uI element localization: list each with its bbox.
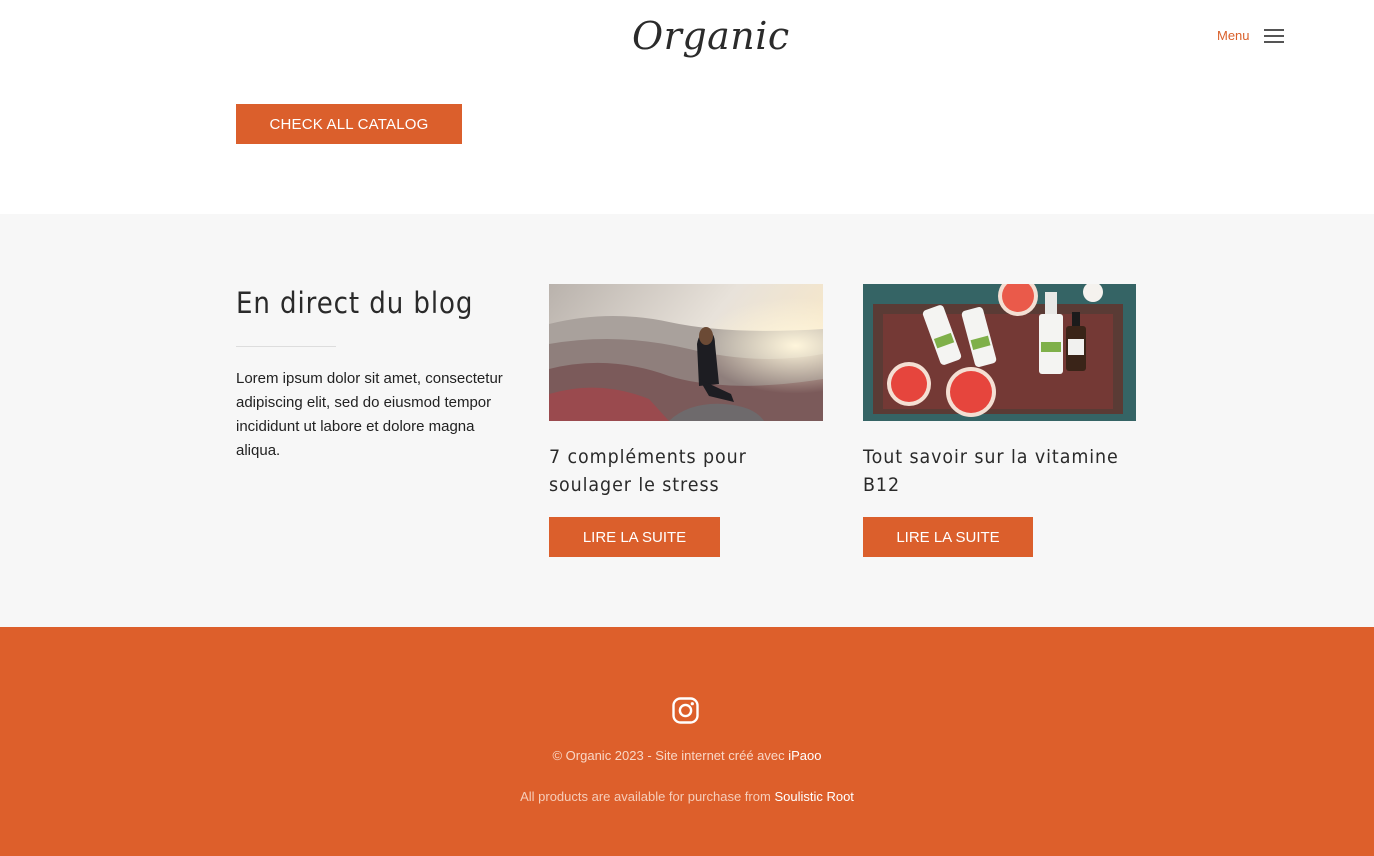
soulistic-root-link[interactable]: Soulistic Root — [774, 789, 853, 804]
blog-description: Lorem ipsum dolor sit amet, consectetur … — [236, 370, 503, 459]
blog-card-title[interactable]: Tout savoir sur la vitamine B12 — [863, 443, 1130, 499]
read-more-button[interactable]: LIRE LA SUITE — [549, 517, 720, 557]
serum-bottles-grapefruit-photo[interactable] — [863, 284, 1136, 421]
ipaoo-link[interactable]: iPaoo — [788, 748, 821, 763]
availability-text: All products are available for purchase … — [520, 789, 771, 804]
blog-section-title: En direct du blog — [236, 286, 474, 320]
hamburger-icon[interactable] — [1263, 28, 1284, 43]
menu-label[interactable]: Menu — [1217, 28, 1250, 43]
instagram-icon[interactable] — [672, 697, 699, 724]
blog-card-vitamin-b12: Tout savoir sur la vitamine B12 LIRE LA … — [863, 284, 1136, 557]
site-footer: © Organic 2023 - Site internet créé avec… — [0, 627, 1374, 856]
availability-line: All products are available for purchase … — [0, 789, 1374, 804]
blog-card-stress: 7 compléments pour soulager le stress LI… — [549, 284, 823, 557]
site-header: Organic Menu CHECK ALL CATALOG — [0, 0, 1374, 214]
woman-on-mountain-photo[interactable] — [549, 284, 823, 421]
site-logo[interactable]: Organic — [632, 14, 790, 58]
blog-card-title[interactable]: 7 compléments pour soulager le stress — [549, 443, 816, 499]
blog-section: En direct du blog Lorem ipsum dolor sit … — [0, 214, 1374, 627]
copyright-line: © Organic 2023 - Site internet créé avec… — [0, 748, 1374, 763]
read-more-button[interactable]: LIRE LA SUITE — [863, 517, 1033, 557]
copyright-text: © Organic 2023 - Site internet créé avec — [552, 748, 785, 763]
check-catalog-button[interactable]: CHECK ALL CATALOG — [236, 104, 462, 144]
menu-toggle[interactable]: Menu — [1217, 28, 1284, 43]
title-divider — [236, 346, 336, 347]
